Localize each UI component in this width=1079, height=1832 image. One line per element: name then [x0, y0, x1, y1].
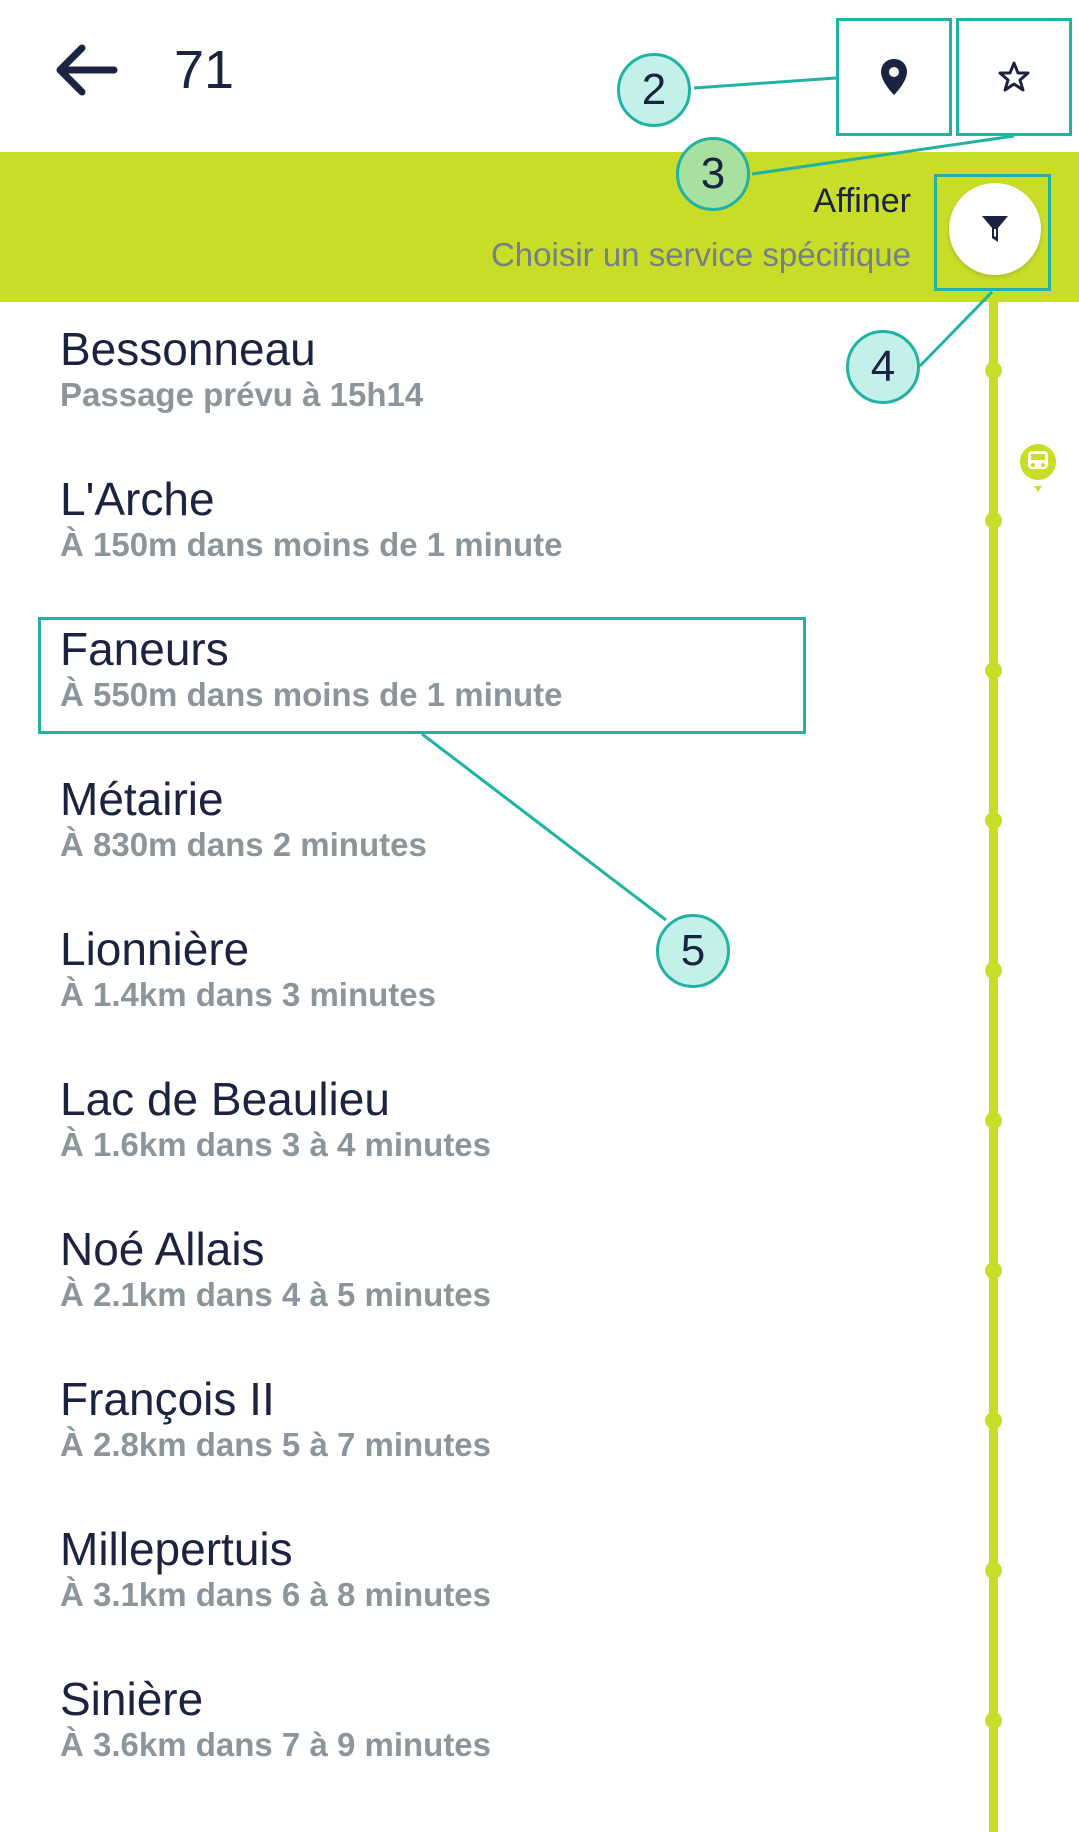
- stop-arrival-info: Passage prévu à 15h14: [60, 376, 424, 413]
- stop-item[interactable]: Lionnière À 1.4km dans 3 minutes: [60, 902, 860, 1042]
- route-stop-dot: [985, 662, 1002, 679]
- stop-arrival-info: À 150m dans moins de 1 minute: [60, 526, 563, 563]
- stop-name: Bessonneau: [60, 323, 316, 375]
- stop-arrival-info: À 3.1km dans 6 à 8 minutes: [60, 1576, 492, 1613]
- filter-title: Affiner: [813, 182, 911, 220]
- stop-highlight-box: [38, 617, 806, 734]
- callout-4: 4: [846, 330, 920, 404]
- callout-3: 3: [676, 137, 750, 211]
- route-stop-dot: [985, 1562, 1002, 1579]
- stop-arrival-info: À 830m dans 2 minutes: [60, 826, 427, 863]
- route-line: [989, 302, 998, 1832]
- callout-2: 2: [617, 53, 691, 127]
- star-outline-icon: [998, 61, 1030, 92]
- back-button[interactable]: [52, 42, 122, 98]
- stop-name: Sinière: [60, 1673, 204, 1725]
- stop-name: Lionnière: [60, 923, 250, 975]
- stop-arrival-info: À 1.6km dans 3 à 4 minutes: [60, 1126, 492, 1163]
- arrow-left-icon: [56, 44, 118, 96]
- stop-arrival-info: À 1.4km dans 3 minutes: [60, 976, 436, 1013]
- route-stop-dot: [985, 962, 1002, 979]
- stop-name: L'Arche: [60, 473, 215, 525]
- stop-item[interactable]: Métairie À 830m dans 2 minutes: [60, 752, 860, 892]
- filter-subtitle: Choisir un service spécifique: [490, 236, 911, 273]
- stop-item[interactable]: François II À 2.8km dans 5 à 7 minutes: [60, 1352, 860, 1492]
- line-number-title: 71: [174, 40, 235, 100]
- filter-bar[interactable]: Affiner Choisir un service spécifique: [0, 152, 1079, 302]
- stop-name: Noé Allais: [60, 1223, 265, 1275]
- stop-name: Millepertuis: [60, 1523, 293, 1575]
- app-header: 71: [0, 0, 1079, 152]
- map-pin-icon: [881, 59, 907, 95]
- filter-icon: [982, 216, 1008, 242]
- stop-item[interactable]: L'Arche À 150m dans moins de 1 minute: [60, 452, 860, 592]
- stop-name: Lac de Beaulieu: [60, 1073, 390, 1125]
- stop-name: Métairie: [60, 773, 224, 825]
- route-stop-dot: [985, 362, 1002, 379]
- route-stop-dot: [985, 1712, 1002, 1729]
- stop-item[interactable]: Bessonneau Passage prévu à 15h14: [60, 302, 860, 442]
- route-stop-dot: [985, 512, 1002, 529]
- stop-item[interactable]: Millepertuis À 3.1km dans 6 à 8 minutes: [60, 1502, 860, 1642]
- locate-button[interactable]: [836, 18, 952, 136]
- favorite-button[interactable]: [956, 18, 1072, 136]
- stop-item[interactable]: Noé Allais À 2.1km dans 4 à 5 minutes: [60, 1202, 860, 1342]
- stop-item[interactable]: Lac de Beaulieu À 1.6km dans 3 à 4 minut…: [60, 1052, 860, 1192]
- stop-arrival-info: À 3.6km dans 7 à 9 minutes: [60, 1726, 492, 1763]
- filter-button[interactable]: [949, 183, 1041, 275]
- bus-location-icon: [1020, 444, 1056, 492]
- stop-arrival-info: À 2.1km dans 4 à 5 minutes: [60, 1276, 492, 1313]
- stop-name: François II: [60, 1373, 275, 1425]
- route-stop-dot: [985, 1412, 1002, 1429]
- route-stop-dot: [985, 1262, 1002, 1279]
- route-stop-dot: [985, 1112, 1002, 1129]
- route-stop-dot: [985, 812, 1002, 829]
- callout-5: 5: [656, 914, 730, 988]
- stop-item[interactable]: Sinière À 3.6km dans 7 à 9 minutes: [60, 1652, 860, 1792]
- stop-arrival-info: À 2.8km dans 5 à 7 minutes: [60, 1426, 492, 1463]
